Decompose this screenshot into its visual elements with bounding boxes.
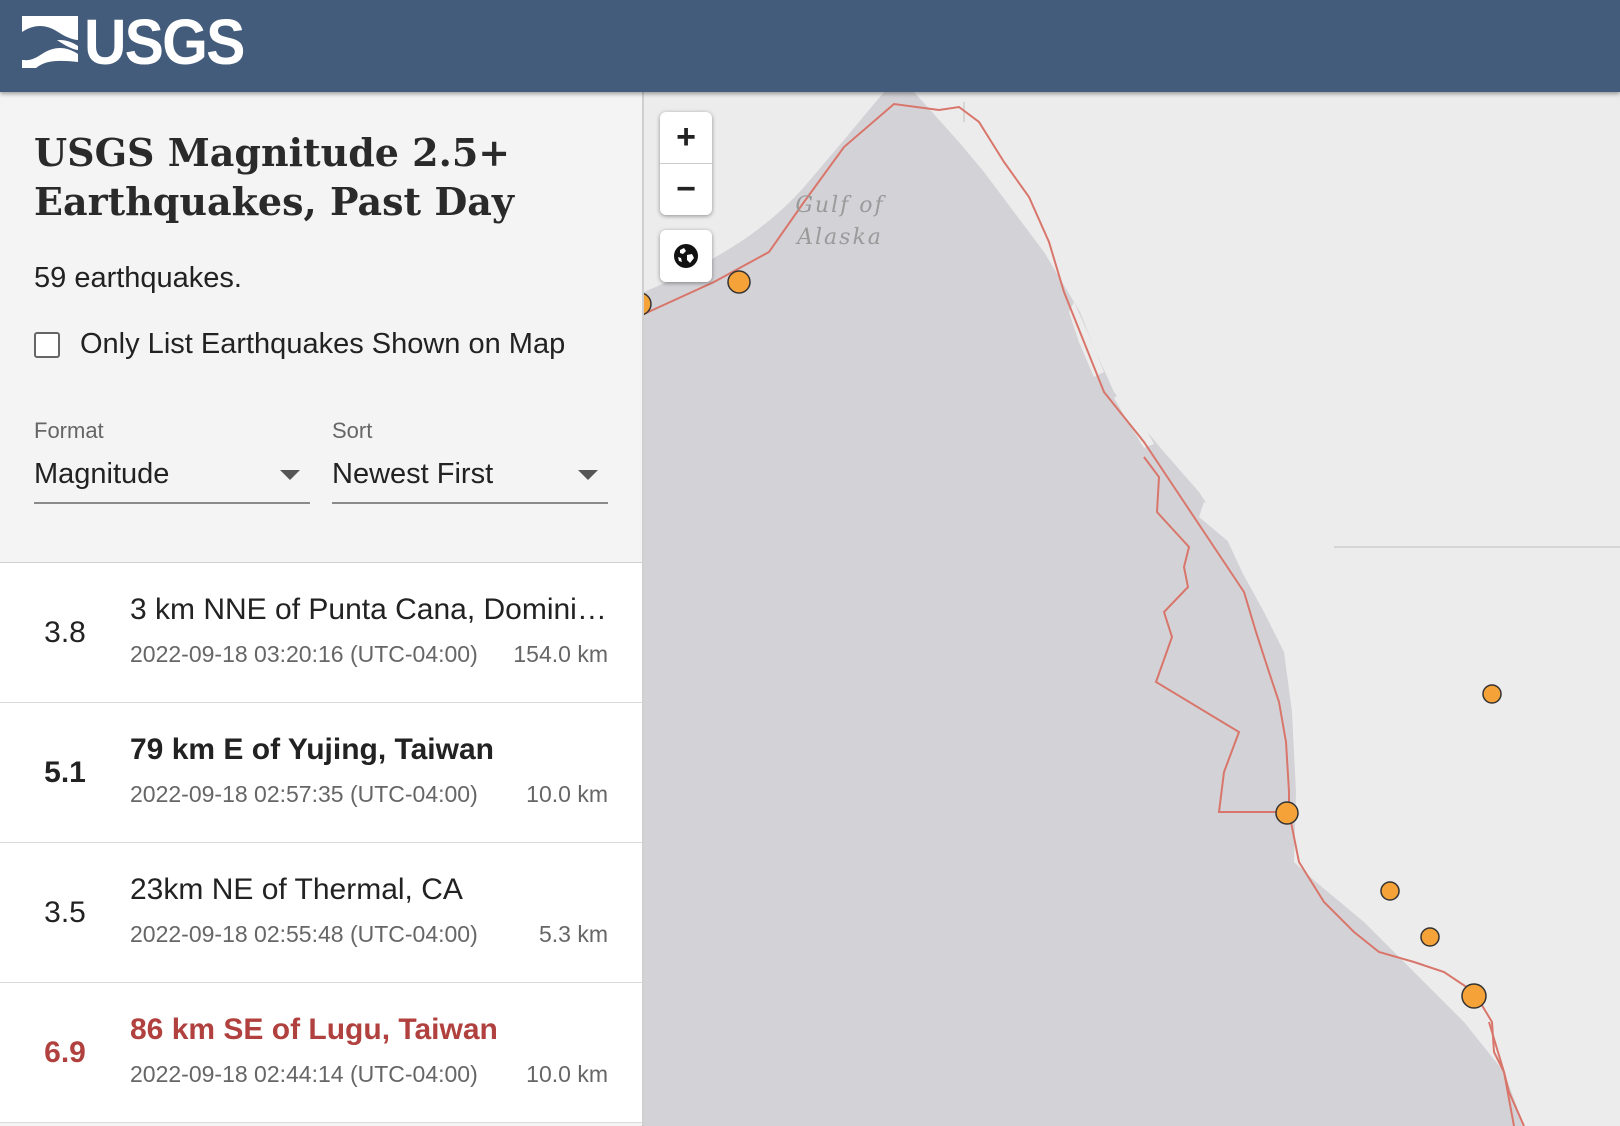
earthquake-magnitude: 5.1 (44, 756, 86, 789)
earthquake-list: 3.8 3 km NNE of Punta Cana, Dominican Re… (0, 563, 642, 1123)
earthquake-map[interactable]: Gulf of Alaska + − (644, 92, 1620, 1126)
sort-select[interactable]: Newest First (332, 452, 608, 504)
caret-down-icon[interactable] (280, 470, 300, 480)
feed-title: USGS Magnitude 2.5+ Earthquakes, Past Da… (34, 130, 514, 224)
logo-wordmark: USGS (84, 6, 245, 78)
earthquake-depth: 10.0 km (526, 781, 608, 807)
zoom-control: + − (660, 112, 712, 215)
sort-value[interactable]: Newest First (332, 458, 493, 490)
earthquake-place: 86 km SE of Lugu, Taiwan (130, 1013, 498, 1046)
earthquake-depth: 10.0 km (526, 1061, 608, 1087)
earthquake-place: 23km NE of Thermal, CA (130, 873, 463, 906)
earthquake-count: 59 earthquakes. (34, 262, 242, 294)
earthquake-row[interactable]: 3.8 3 km NNE of Punta Cana, Dominican Re… (0, 563, 642, 703)
earthquake-magnitude: 6.9 (44, 1036, 86, 1069)
sort-label: Sort (332, 418, 373, 443)
earthquake-time: 2022-09-18 02:57:35 (UTC-04:00) (130, 781, 478, 807)
sort-select-group: Sort Newest First (332, 418, 608, 504)
layers-button[interactable] (660, 230, 712, 282)
earthquake-marker[interactable] (1482, 684, 1502, 704)
water-label-line1: Gulf of (795, 193, 886, 218)
list-controls: USGS Magnitude 2.5+ Earthquakes, Past Da… (0, 92, 642, 563)
format-select-group: Format Magnitude (34, 418, 310, 504)
zoom-in-button[interactable]: + (660, 112, 712, 163)
format-value[interactable]: Magnitude (34, 458, 169, 490)
earthquake-magnitude: 3.5 (44, 896, 86, 929)
map-canvas[interactable]: Gulf of Alaska (644, 92, 1620, 1126)
earthquake-place: 3 km NNE of Punta Cana, Dominican Republ… (130, 593, 608, 626)
earthquake-row[interactable]: 3.5 23km NE of Thermal, CA 2022-09-18 02… (0, 843, 642, 983)
usgs-wave-icon (22, 16, 78, 68)
only-on-map-checkbox[interactable] (34, 331, 60, 358)
only-on-map-toggle[interactable]: Only List Earthquakes Shown on Map (34, 328, 565, 361)
format-label: Format (34, 418, 104, 443)
site-header: USGS (0, 0, 1620, 92)
only-on-map-label[interactable]: Only List Earthquakes Shown on Map (80, 328, 565, 361)
earthquake-depth: 154.0 km (513, 641, 608, 667)
caret-down-icon[interactable] (578, 470, 598, 480)
earthquake-marker[interactable] (1461, 983, 1487, 1009)
earthquake-depth: 5.3 km (538, 921, 608, 947)
earthquake-list-panel: USGS Magnitude 2.5+ Earthquakes, Past Da… (0, 92, 644, 1126)
earthquake-marker[interactable] (727, 270, 751, 294)
earthquake-marker[interactable] (1275, 801, 1299, 825)
earthquake-magnitude: 3.8 (44, 616, 86, 649)
earthquake-row[interactable]: 6.9 86 km SE of Lugu, Taiwan 2022-09-18 … (0, 983, 642, 1123)
earthquake-marker[interactable] (1420, 927, 1440, 947)
zoom-out-button[interactable]: − (660, 163, 712, 215)
earthquake-row[interactable]: 5.1 79 km E of Yujing, Taiwan 2022-09-18… (0, 703, 642, 843)
earthquake-marker[interactable] (1380, 881, 1400, 901)
format-select[interactable]: Magnitude (34, 452, 310, 504)
earthquake-time: 2022-09-18 03:20:16 (UTC-04:00) (130, 641, 478, 667)
earthquake-time: 2022-09-18 02:44:14 (UTC-04:00) (130, 1061, 478, 1087)
earthquake-time: 2022-09-18 02:55:48 (UTC-04:00) (130, 921, 478, 947)
earthquake-place: 79 km E of Yujing, Taiwan (130, 733, 494, 766)
usgs-logo[interactable]: USGS (22, 6, 257, 78)
globe-icon[interactable] (672, 242, 700, 270)
water-label-line2: Alaska (795, 225, 883, 250)
